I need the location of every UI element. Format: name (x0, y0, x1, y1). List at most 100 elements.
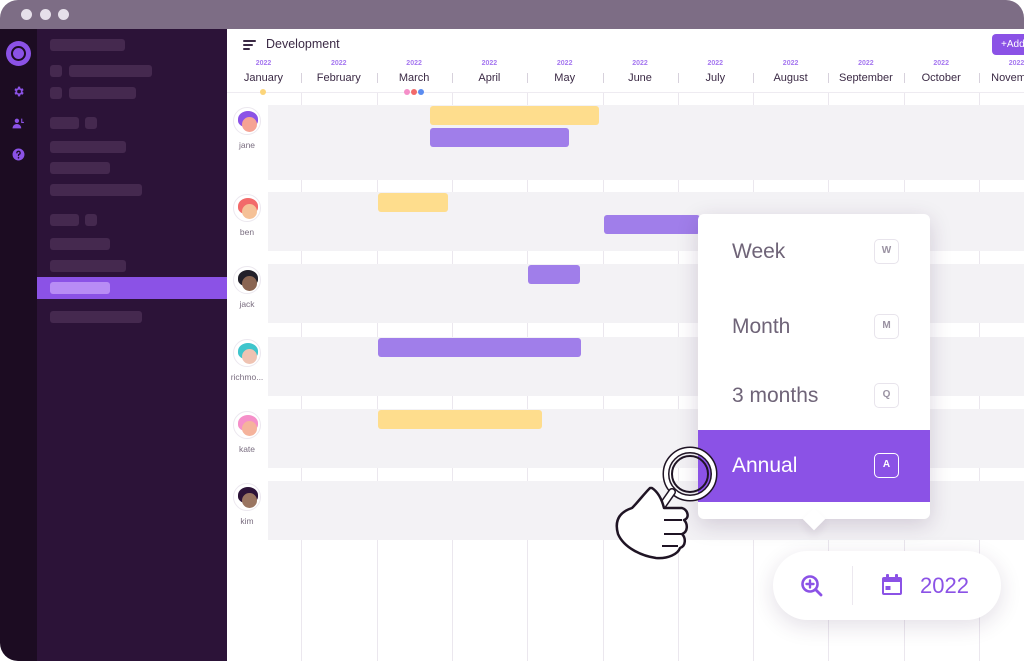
help-icon[interactable] (12, 148, 25, 161)
zoom-menu-item-annual[interactable]: Annual A (698, 430, 930, 502)
user-name: jack (239, 299, 255, 309)
sidebar-item[interactable] (50, 162, 110, 174)
shortcut-key-badge: W (874, 239, 899, 264)
month-column-header: 2022 July (678, 57, 753, 86)
month-column-header: 2022 February (301, 57, 376, 86)
pointing-hand-magnifier-icon (615, 446, 718, 560)
user-name: richmo... (230, 372, 264, 382)
event-marker-dot[interactable] (410, 89, 417, 95)
users-icon[interactable] (12, 117, 25, 130)
sidebar-placeholder (50, 39, 125, 51)
event-marker-dot[interactable] (260, 89, 267, 95)
month-separator (903, 73, 905, 83)
event-marker-dot[interactable] (403, 89, 410, 95)
task-bar[interactable] (430, 128, 569, 147)
month-name: November (991, 72, 1024, 84)
month-name: July (705, 72, 726, 84)
month-separator (753, 73, 755, 83)
avatar-face (242, 204, 257, 219)
page-title: Development (266, 37, 340, 51)
app-logo-icon[interactable] (6, 41, 31, 66)
window-minimize-button[interactable] (40, 9, 51, 20)
month-year: 2022 (331, 60, 347, 67)
month-name: June (628, 72, 652, 84)
sidebar-item[interactable] (50, 184, 142, 196)
month-separator (376, 73, 378, 83)
year-selector[interactable]: 2022 (920, 573, 969, 599)
menu-item-label: 3 months (732, 384, 819, 407)
zoom-in-icon[interactable] (800, 574, 824, 598)
sidebar-placeholder (85, 214, 97, 226)
window-close-button[interactable] (21, 9, 32, 20)
month-separator (979, 73, 980, 83)
user-label[interactable]: jane (227, 107, 267, 150)
month-column-header: 2022 September (828, 57, 903, 86)
month-column-header: 2022 June (603, 57, 678, 86)
sidebar-placeholder (50, 214, 79, 226)
avatar (233, 266, 261, 294)
task-bar[interactable] (377, 338, 582, 357)
sidebar-item[interactable] (50, 311, 142, 323)
filter-lines-icon[interactable] (243, 40, 256, 50)
zoom-menu-item-week[interactable]: Week W (698, 216, 930, 288)
month-name: April (478, 72, 501, 84)
shortcut-key-badge: Q (874, 383, 899, 408)
user-label[interactable]: kate (227, 411, 267, 454)
month-column-header: 2022 October (904, 57, 979, 86)
add-button[interactable]: +Add (992, 34, 1024, 55)
bottom-toolbar: 2022 (773, 551, 1001, 620)
month-name: September (838, 72, 893, 84)
avatar-face (242, 117, 257, 132)
window-maximize-button[interactable] (58, 9, 69, 20)
sidebar-item[interactable] (69, 87, 136, 99)
sidebar (37, 29, 227, 661)
month-year: 2022 (858, 60, 874, 67)
sidebar-item-active-label (50, 282, 110, 294)
task-bar[interactable] (377, 410, 543, 429)
month-year: 2022 (481, 60, 498, 67)
sidebar-item[interactable] (50, 260, 126, 272)
month-column-header: 2022 May (527, 57, 602, 86)
avatar (233, 483, 261, 511)
event-marker-dot[interactable] (417, 89, 424, 95)
sidebar-item[interactable] (50, 141, 126, 153)
month-name: February (316, 72, 361, 84)
user-label[interactable]: richmo... (227, 339, 267, 382)
user-label[interactable]: ben (227, 194, 267, 237)
menu-item-label: Annual (732, 454, 798, 477)
user-name: jane (238, 140, 256, 150)
user-label[interactable]: kim (227, 483, 267, 526)
zoom-level-menu: Week W Month M 3 months Q Annual A (698, 214, 930, 519)
zoom-menu-item-3-months[interactable]: 3 months Q (698, 360, 930, 432)
task-bar[interactable] (528, 265, 580, 284)
sidebar-placeholder (50, 117, 79, 129)
avatar-face (242, 493, 257, 508)
month-year: 2022 (255, 60, 272, 67)
task-bar[interactable] (377, 193, 449, 212)
sidebar-item[interactable] (50, 238, 110, 250)
month-year: 2022 (632, 60, 648, 67)
shortcut-key-badge: M (874, 314, 899, 339)
app-window: Development +Add 2022 January 2022 February… (0, 0, 1024, 661)
month-name: January (243, 72, 284, 84)
task-bar[interactable] (603, 215, 701, 234)
avatar (233, 194, 261, 222)
calendar-icon[interactable] (880, 573, 904, 597)
avatar (233, 107, 261, 135)
sidebar-item-active[interactable] (37, 277, 227, 299)
zoom-menu-item-month[interactable]: Month M (698, 291, 930, 363)
month-year: 2022 (933, 60, 949, 67)
task-bar[interactable] (430, 106, 599, 125)
month-separator (301, 73, 303, 83)
icon-rail (0, 29, 37, 661)
user-label[interactable]: jack (227, 266, 267, 309)
user-lane[interactable] (268, 105, 1024, 180)
gear-icon[interactable] (12, 85, 25, 98)
toolbar-divider (852, 566, 853, 605)
month-year: 2022 (406, 60, 422, 67)
user-name: ben (239, 227, 255, 237)
month-name: March (398, 72, 430, 84)
avatar (233, 411, 261, 439)
sidebar-item[interactable] (69, 65, 152, 77)
month-column-header: 2022 August (753, 57, 828, 86)
